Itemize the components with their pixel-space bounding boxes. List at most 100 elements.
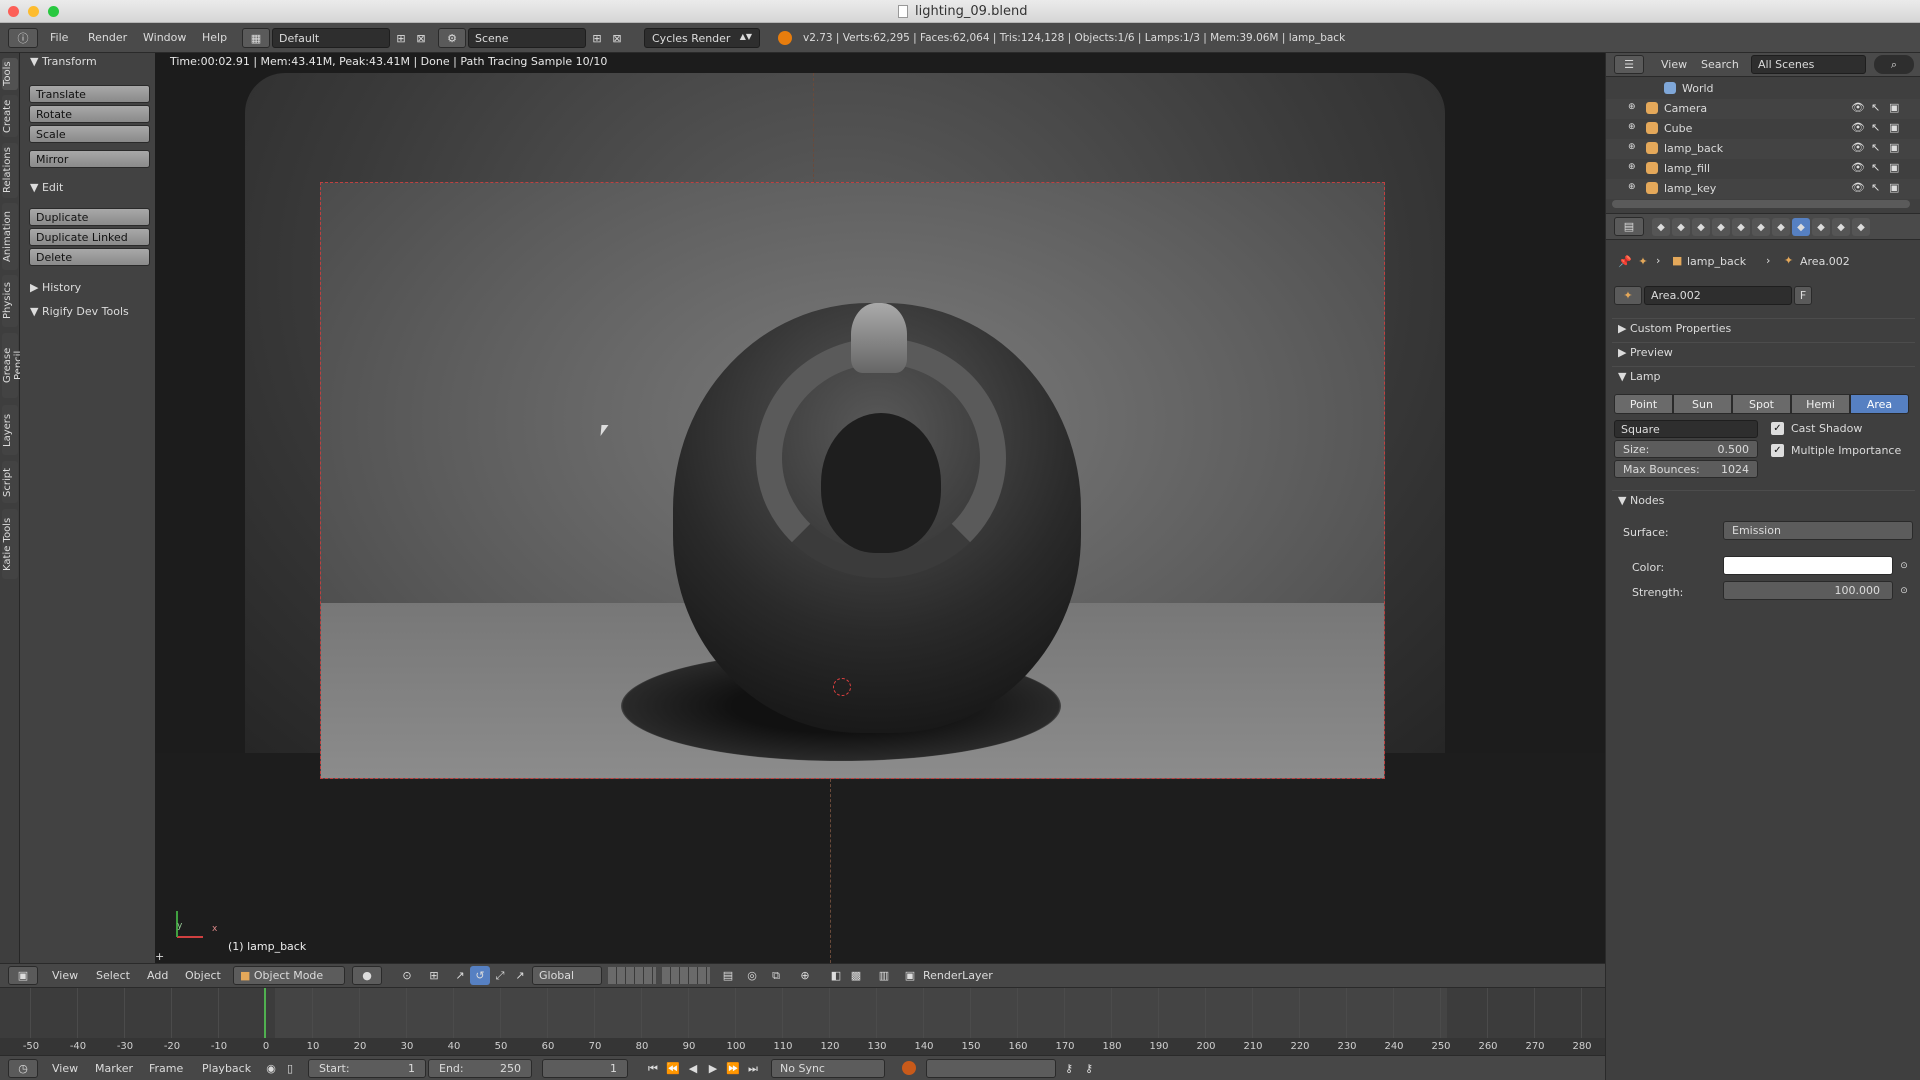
- menu-view[interactable]: View: [52, 969, 78, 982]
- multiple-importance-checkbox[interactable]: ✓: [1771, 444, 1784, 457]
- panel-header-rigify[interactable]: ▼ Rigify Dev Tools: [30, 305, 154, 323]
- panel-custom-properties[interactable]: ▶ Custom Properties: [1612, 318, 1915, 338]
- menu-help[interactable]: Help: [202, 31, 227, 44]
- tool-tab-grease-pencil[interactable]: Grease Pencil: [2, 333, 24, 398]
- add-screen-icon[interactable]: ⊞: [392, 28, 410, 48]
- delete-keyframe-icon[interactable]: ⚷: [1080, 1059, 1098, 1078]
- lamp-type-area-button[interactable]: Area: [1850, 394, 1909, 414]
- duplicate-linked-button[interactable]: Duplicate Linked: [29, 228, 150, 246]
- lamp-type-spot-button[interactable]: Spot: [1732, 394, 1791, 414]
- render-layer-label[interactable]: RenderLayer: [923, 969, 993, 982]
- menu-select[interactable]: Select: [96, 969, 130, 982]
- outliner-item[interactable]: ⊕ Cube 👁 ↖ ▣: [1606, 119, 1920, 139]
- play-reverse-icon[interactable]: ◀: [684, 1059, 702, 1078]
- lamp-type-sun-button[interactable]: Sun: [1673, 394, 1732, 414]
- outliner-filter-dropdown[interactable]: All Scenes: [1751, 55, 1866, 74]
- scene-field[interactable]: Scene: [468, 28, 586, 48]
- visibility-eye-icon[interactable]: 👁: [1851, 181, 1865, 194]
- render-camera-icon[interactable]: ▣: [1889, 101, 1899, 114]
- duplicate-button[interactable]: Duplicate: [29, 208, 150, 226]
- timeline-menu-frame[interactable]: Frame: [149, 1062, 183, 1075]
- opengl-render-icon[interactable]: ▩: [846, 966, 866, 985]
- manipulator-icon[interactable]: ⊞: [424, 966, 444, 985]
- editor-type-icon[interactable]: ▣: [8, 966, 38, 985]
- timeline[interactable]: -50 -40 -30 -20 -10 0 10 20 30 40 50 60 70 80 90 100 110…: [0, 987, 1605, 1055]
- expand-toggle-icon[interactable]: ⊕: [1628, 102, 1636, 112]
- play-icon[interactable]: ▶: [704, 1059, 722, 1078]
- panel-preview[interactable]: ▶ Preview: [1612, 342, 1915, 362]
- visibility-eye-icon[interactable]: 👁: [1851, 141, 1865, 154]
- outliner-menu-search[interactable]: Search: [1701, 58, 1739, 71]
- render-engine-dropdown[interactable]: Cycles Render ▲▼: [644, 28, 760, 48]
- delete-scene-icon[interactable]: ⊠: [608, 28, 626, 48]
- keying-set-field[interactable]: [926, 1059, 1056, 1078]
- minimize-window-button[interactable]: [28, 6, 39, 17]
- outliner-item[interactable]: ⊕ lamp_key 👁 ↖ ▣: [1606, 179, 1920, 199]
- max-bounces-field[interactable]: Max Bounces: 1024: [1614, 460, 1758, 478]
- pivot-icon[interactable]: ⊙: [392, 966, 422, 985]
- timeline-playhead[interactable]: [264, 988, 266, 1038]
- manip-extra-icon[interactable]: ↗: [510, 966, 530, 985]
- lock-range-icon[interactable]: ▯: [282, 1059, 298, 1078]
- snap-icon[interactable]: ⧉: [766, 966, 786, 985]
- delete-screen-icon[interactable]: ⊠: [412, 28, 430, 48]
- menu-add[interactable]: Add: [147, 969, 168, 982]
- translate-button[interactable]: Translate: [29, 85, 150, 103]
- select-arrow-icon[interactable]: ↖: [1871, 141, 1880, 154]
- panel-nodes[interactable]: ▼ Nodes: [1612, 490, 1915, 510]
- expand-toggle-icon[interactable]: ⊕: [1628, 122, 1636, 132]
- datablock-name-field[interactable]: Area.002: [1644, 286, 1792, 305]
- mirror-button[interactable]: Mirror: [29, 150, 150, 168]
- end-frame-field[interactable]: End: 250: [428, 1059, 532, 1078]
- menu-file[interactable]: File: [50, 31, 68, 44]
- render-camera-icon[interactable]: ▣: [1889, 181, 1899, 194]
- panel-header-history[interactable]: ▶ History: [30, 281, 150, 299]
- sync-dropdown[interactable]: No Sync: [771, 1059, 885, 1078]
- pin-icon[interactable]: 📌: [1618, 254, 1632, 268]
- menu-window[interactable]: Window: [143, 31, 186, 44]
- menu-render[interactable]: Render: [88, 31, 127, 44]
- visibility-eye-icon[interactable]: 👁: [1851, 161, 1865, 174]
- jump-keyframe-back-icon[interactable]: ⏪: [664, 1059, 682, 1078]
- tool-tab-physics[interactable]: Physics: [2, 275, 18, 327]
- screen-layout-field[interactable]: Default: [272, 28, 390, 48]
- outliner-item[interactable]: ⊕ Camera 👁 ↖ ▣: [1606, 99, 1920, 119]
- timeline-menu-view[interactable]: View: [52, 1062, 78, 1075]
- render-preview-icon[interactable]: ◧: [826, 966, 846, 985]
- rotate-button[interactable]: Rotate: [29, 105, 150, 123]
- current-frame-field[interactable]: 1: [542, 1059, 628, 1078]
- prop-tab-world-icon[interactable]: ◆: [1712, 218, 1730, 236]
- expand-toggle-icon[interactable]: ⊕: [1628, 142, 1636, 152]
- prop-tab-texture-icon[interactable]: ◆: [1832, 218, 1850, 236]
- select-arrow-icon[interactable]: ↖: [1871, 101, 1880, 114]
- jump-keyframe-forward-icon[interactable]: ⏩: [724, 1059, 742, 1078]
- lock-layers-icon[interactable]: ▤: [718, 966, 738, 985]
- tool-tab-animation[interactable]: Animation: [2, 203, 18, 270]
- shading-icon[interactable]: ●: [352, 966, 382, 985]
- fake-user-button[interactable]: F: [1794, 286, 1812, 305]
- expand-toggle-icon[interactable]: ⊕: [1628, 182, 1636, 192]
- lamp-type-point-button[interactable]: Point: [1614, 394, 1673, 414]
- color-link-icon[interactable]: ⊙: [1896, 556, 1912, 575]
- prop-tab-modifiers-icon[interactable]: ◆: [1772, 218, 1790, 236]
- preview-range-icon[interactable]: ◉: [262, 1059, 280, 1078]
- timeline-menu-marker[interactable]: Marker: [95, 1062, 133, 1075]
- render-camera-icon[interactable]: ▣: [1889, 141, 1899, 154]
- surface-dropdown[interactable]: Emission: [1723, 521, 1913, 540]
- viewport-toggle-icon[interactable]: +: [155, 950, 164, 963]
- strength-field[interactable]: 100.000: [1723, 581, 1893, 600]
- mode-dropdown[interactable]: ■ Object Mode: [233, 966, 345, 985]
- render-camera-icon[interactable]: ▣: [1889, 121, 1899, 134]
- outliner-item[interactable]: World: [1606, 79, 1920, 99]
- tool-tab-script[interactable]: Script: [2, 461, 18, 503]
- tool-tab-relations[interactable]: Relations: [2, 143, 18, 198]
- prop-tab-render-layers-icon[interactable]: ◆: [1672, 218, 1690, 236]
- select-arrow-icon[interactable]: ↖: [1871, 121, 1880, 134]
- tool-tab-tools[interactable]: Tools: [2, 58, 18, 90]
- orientation-dropdown[interactable]: Global: [532, 966, 602, 985]
- screen-layout-icon[interactable]: ▦: [242, 28, 270, 48]
- insert-keyframe-icon[interactable]: ⚷: [1060, 1059, 1078, 1078]
- render-layer-toggle-icon[interactable]: ▥: [874, 966, 894, 985]
- visibility-eye-icon[interactable]: 👁: [1851, 101, 1865, 114]
- render-camera-icon[interactable]: ▣: [1889, 161, 1899, 174]
